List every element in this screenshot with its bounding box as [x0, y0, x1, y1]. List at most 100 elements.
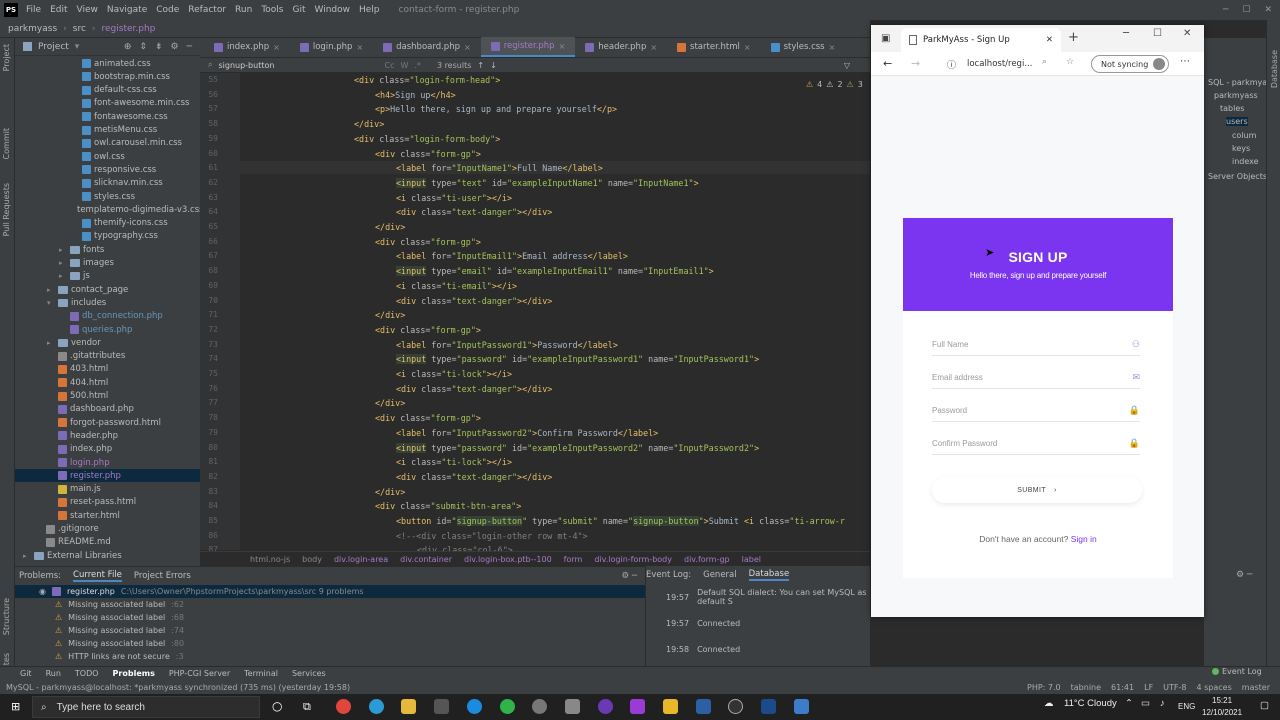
back-icon[interactable]: ←: [883, 57, 892, 70]
skype-icon[interactable]: [467, 699, 482, 714]
favorite-icon[interactable]: ☆: [1066, 57, 1074, 67]
app-icon[interactable]: [696, 699, 711, 714]
regex-icon[interactable]: .*: [414, 61, 421, 70]
app-icon[interactable]: [663, 699, 678, 714]
phpstorm-icon[interactable]: [630, 699, 645, 714]
forward-icon[interactable]: →: [911, 57, 920, 70]
locate-icon[interactable]: ⊕: [124, 42, 132, 52]
tree-file[interactable]: animated.css: [15, 57, 200, 70]
edge-icon[interactable]: [369, 699, 384, 714]
close-tab-icon[interactable]: ×: [356, 43, 363, 52]
editor-tab[interactable]: login.php ×: [290, 37, 373, 57]
signup-field[interactable]: Confirm Password 🔒: [932, 433, 1140, 455]
new-tab-icon[interactable]: +: [1068, 30, 1079, 45]
app-icon[interactable]: [728, 699, 743, 714]
db-tree-item[interactable]: parkmyass: [1214, 91, 1258, 100]
language-indicator[interactable]: ENG: [1178, 702, 1195, 711]
problem-row[interactable]: ⚠ Missing associated label:80: [15, 637, 645, 650]
tree-file[interactable]: reset-pass.html: [15, 496, 200, 509]
more-menu-icon[interactable]: ⋯: [1180, 56, 1190, 67]
structure-tool-tab[interactable]: Structure: [2, 598, 11, 635]
inspection-widget[interactable]: ⚠ 4 ⚠ 2 ⚠ 3: [806, 80, 863, 89]
tree-file[interactable]: typography.css: [15, 230, 200, 243]
chevron-down-icon[interactable]: ▾: [75, 42, 80, 52]
tree-file[interactable]: index.php: [15, 443, 200, 456]
taskbar-search-input[interactable]: Type here to search: [57, 702, 145, 713]
tree-file[interactable]: 404.html: [15, 376, 200, 389]
tool-tab-run[interactable]: Run: [46, 669, 61, 678]
chevron-down-icon[interactable]: ▾: [47, 299, 55, 307]
close-icon[interactable]: ✕: [1264, 5, 1272, 15]
menu-run[interactable]: Run: [235, 5, 252, 15]
path-crumb[interactable]: div.login-box.ptb--100: [464, 555, 552, 564]
problem-row[interactable]: ⚠ HTTP links are not secure:3: [15, 650, 645, 663]
arrow-up-icon[interactable]: ↑: [477, 61, 484, 70]
maximize-icon[interactable]: ☐: [1242, 5, 1250, 15]
app-icon[interactable]: [565, 699, 580, 714]
tool-tab-git[interactable]: Git: [20, 669, 32, 678]
editor-tab[interactable]: styles.css ×: [761, 37, 846, 57]
editor-tab[interactable]: header.php ×: [575, 37, 667, 57]
tree-file[interactable]: .gitignore: [15, 523, 200, 536]
tree-file[interactable]: forgot-password.html: [15, 416, 200, 429]
problem-row[interactable]: ⚠ Missing associated label:68: [15, 611, 645, 624]
tree-file[interactable]: .gitattributes: [15, 350, 200, 363]
tree-file[interactable]: queries.php: [15, 323, 200, 336]
path-crumb[interactable]: div.login-area: [334, 555, 388, 564]
status-widget[interactable]: LF: [1144, 683, 1153, 692]
path-crumb[interactable]: body: [302, 555, 322, 564]
current-file-tab[interactable]: Current File: [73, 570, 122, 582]
db-tree-item[interactable]: keys: [1232, 144, 1250, 153]
find-input[interactable]: signup-button: [218, 61, 378, 70]
menu-view[interactable]: View: [77, 5, 98, 15]
general-tab[interactable]: General: [703, 570, 737, 580]
vscode-icon[interactable]: [761, 699, 776, 714]
signup-field[interactable]: Full Name ⚇: [932, 334, 1140, 356]
match-case-icon[interactable]: Cc: [384, 61, 394, 70]
url-field[interactable]: localhost/regi...: [967, 59, 1032, 69]
menu-help[interactable]: Help: [359, 5, 380, 15]
gear-icon[interactable]: ⚙: [171, 42, 179, 52]
editor-tab[interactable]: starter.html ×: [667, 37, 761, 57]
signup-field[interactable]: Password 🔒: [932, 400, 1140, 422]
app-icon[interactable]: [532, 699, 547, 714]
editor-tab[interactable]: index.php ×: [204, 37, 290, 57]
db-tree-item[interactable]: Server Objects: [1208, 172, 1267, 181]
windows-start-icon[interactable]: ⊞: [11, 700, 20, 713]
menu-edit[interactable]: Edit: [50, 5, 67, 15]
gear-icon[interactable]: ⚙ ─: [1236, 570, 1252, 580]
db-tree-item[interactable]: tables: [1220, 104, 1244, 113]
tray-chevron-icon[interactable]: ⌃: [1125, 698, 1133, 709]
problem-row[interactable]: ⚠ Missing associated label:74: [15, 624, 645, 637]
breadcrumb-file[interactable]: register.php: [102, 24, 156, 34]
tree-file[interactable]: themify-icons.css: [15, 217, 200, 230]
info-icon[interactable]: ⓘ: [947, 58, 956, 71]
media-icon[interactable]: [434, 699, 449, 714]
tool-tab-phpcgiserver[interactable]: PHP-CGI Server: [169, 669, 230, 678]
tree-file[interactable]: starter.html: [15, 509, 200, 522]
path-crumb[interactable]: div.container: [400, 555, 452, 564]
volume-icon[interactable]: ♪: [1160, 698, 1165, 709]
tree-file[interactable]: owl.css: [15, 150, 200, 163]
project-tool-tab[interactable]: Project: [2, 44, 11, 71]
menu-tools[interactable]: Tools: [261, 5, 283, 15]
tree-file[interactable]: db_connection.php: [15, 310, 200, 323]
menu-window[interactable]: Window: [315, 5, 351, 15]
tree-file[interactable]: responsive.css: [15, 163, 200, 176]
status-widget[interactable]: master: [1242, 683, 1270, 692]
close-tab-icon[interactable]: ×: [464, 43, 471, 52]
browser-tab[interactable]: ParkMyAss - Sign Up ✕: [901, 28, 1061, 52]
db-tree-item[interactable]: colum: [1232, 131, 1256, 140]
chevron-right-icon[interactable]: ▸: [47, 286, 55, 294]
menu-git[interactable]: Git: [292, 5, 305, 15]
network-icon[interactable]: ▭: [1141, 698, 1150, 709]
chevron-right-icon[interactable]: ▸: [47, 339, 55, 347]
db-tree-item[interactable]: indexe: [1232, 157, 1259, 166]
tree-folder[interactable]: ▸ js: [15, 270, 200, 283]
project-errors-tab[interactable]: Project Errors: [134, 571, 191, 581]
hide-icon[interactable]: ─: [187, 42, 192, 52]
tree-file[interactable]: dashboard.php: [15, 403, 200, 416]
eye-icon[interactable]: ◉: [39, 587, 46, 596]
menu-refactor[interactable]: Refactor: [188, 5, 226, 15]
database-tab[interactable]: Database: [748, 569, 790, 581]
